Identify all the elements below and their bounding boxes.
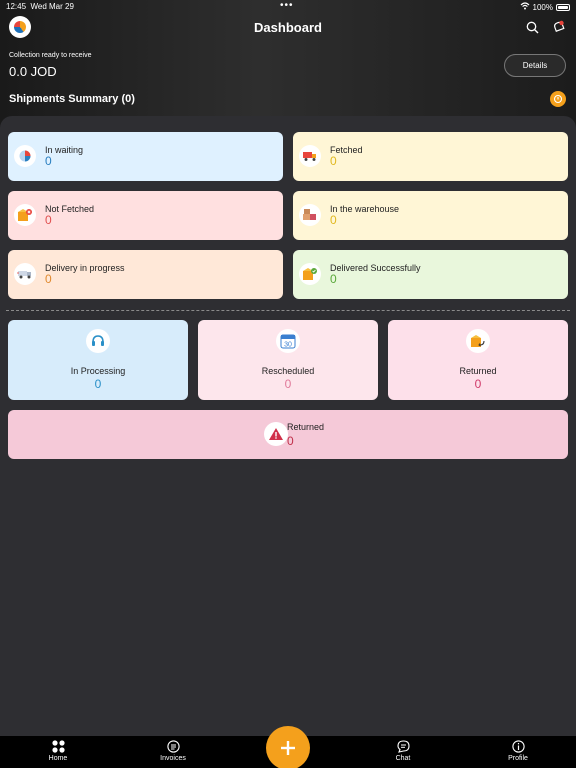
box-check-icon [299,263,321,285]
details-button[interactable]: Details [504,54,566,77]
process-card-value: 0 [94,377,102,391]
status-right: 100% [520,2,570,12]
add-shipment-button[interactable] [266,726,310,768]
warning-icon [264,422,288,446]
process-card-label: Returned [459,366,497,376]
process-card-returned[interactable]: Returned 0 [388,320,568,400]
status-card-fetched[interactable]: Fetched 0 [293,132,568,181]
status-card-label: In the warehouse [330,204,400,214]
refresh-icon[interactable] [550,91,566,107]
battery-icon [556,3,570,11]
battery-percent: 100% [532,2,553,12]
collection-label: Collection ready to receive [9,52,92,59]
process-card-value: 0 [474,377,482,391]
headset-icon [86,329,110,353]
status-card-value: 0 [45,213,52,227]
calendar-icon-text: 30 [284,342,292,349]
tab-home-label: Home [48,755,68,762]
section-divider [6,310,570,311]
calendar-icon: 30 [276,329,300,353]
page-title: Dashboard [254,20,322,35]
box-cancel-icon [14,204,36,226]
status-card-value: 0 [330,272,337,286]
process-card-label: Rescheduled [261,366,315,376]
box-return-icon [466,329,490,353]
tab-invoices[interactable]: Invoices [143,739,203,762]
shipments-summary-title: Shipments Summary (0) [9,93,135,105]
delivery-truck-icon [299,145,321,167]
status-card-delivery-in-progress[interactable]: Delivery in progress 0 [8,250,283,299]
process-card-label: In Processing [70,366,126,376]
status-card-delivered-successfully[interactable]: Delivered Successfully 0 [293,250,568,299]
process-card-in-processing[interactable]: In Processing 0 [8,320,188,400]
status-bar: 12:45 Wed Mar 29 ••• 100% [0,0,576,12]
invoice-icon [143,739,203,753]
warehouse-boxes-icon [299,204,321,226]
tab-invoices-label: Invoices [160,755,186,762]
returned-wide-card[interactable]: Returned 0 [8,410,568,459]
status-card-label: Delivered Successfully [330,263,421,273]
collection-value: 0.0 JOD [9,64,57,79]
status-card-value: 0 [330,213,337,227]
status-card-label: Delivery in progress [45,263,125,273]
delivery-van-icon [14,263,36,285]
process-card-rescheduled[interactable]: 30 Rescheduled 0 [198,320,378,400]
tab-profile-label: Profile [508,755,528,762]
status-card-in-the-warehouse[interactable]: In the warehouse 0 [293,191,568,240]
pie-chart-icon [14,145,36,167]
returned-wide-label: Returned [287,422,325,432]
search-icon[interactable] [524,19,540,35]
tab-chat[interactable]: Chat [373,739,433,762]
notification-bell-icon[interactable] [551,19,567,35]
status-card-in-waiting[interactable]: In waiting 0 [8,132,283,181]
chat-icon [373,739,433,753]
returned-wide-value: 0 [287,434,294,448]
status-card-value: 0 [45,272,52,286]
wifi-icon [520,2,530,12]
multitask-dots[interactable]: ••• [280,0,294,11]
status-card-not-fetched[interactable]: Not Fetched 0 [8,191,283,240]
status-card-value: 0 [45,154,52,168]
status-time: 12:45 Wed Mar 29 [6,2,74,11]
tab-chat-label: Chat [395,755,411,762]
process-card-value: 0 [284,377,292,391]
info-icon [488,739,548,753]
status-card-value: 0 [330,154,337,168]
grid-icon [28,739,88,753]
tab-profile[interactable]: Profile [488,739,548,762]
status-card-label: Not Fetched [45,204,95,214]
tab-home[interactable]: Home [28,739,88,762]
plus-icon [281,741,295,755]
